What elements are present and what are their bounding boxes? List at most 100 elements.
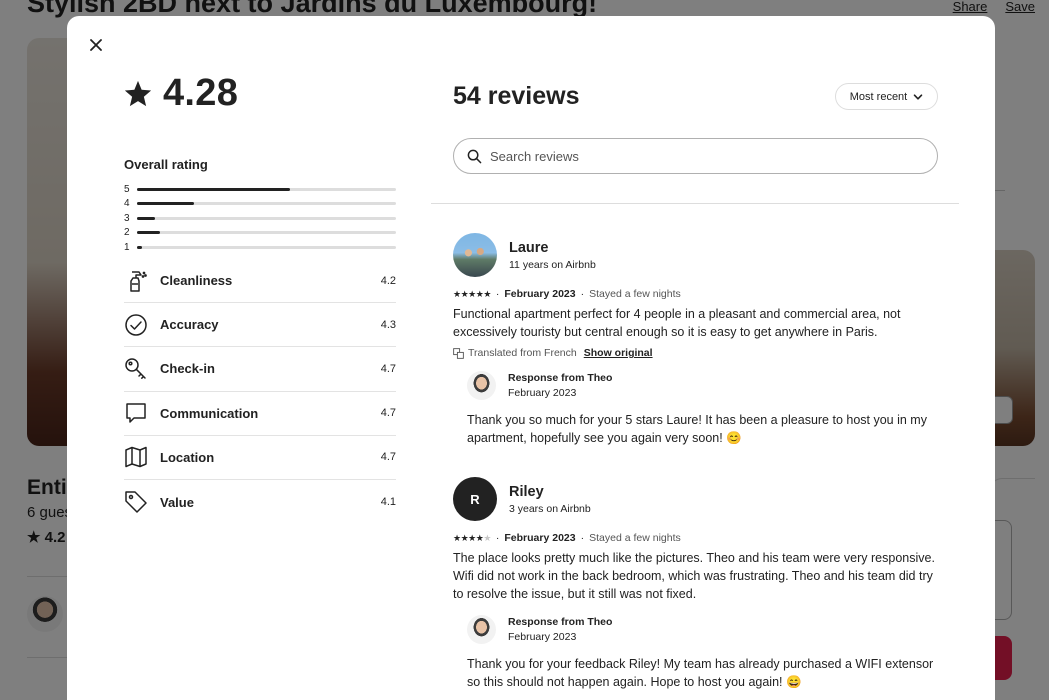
separator-dot: · xyxy=(495,532,500,544)
reviewer-name: Laure xyxy=(509,239,549,256)
close-icon xyxy=(90,39,102,51)
category-communication: Communication 4.7 xyxy=(124,392,396,436)
rating-bar-fill xyxy=(137,245,143,249)
rating-bar-fill xyxy=(137,231,161,235)
separator-dot: · xyxy=(580,532,585,544)
category-label: Communication xyxy=(160,405,259,421)
category-location: Location 4.7 xyxy=(124,436,396,480)
rating-bar-row: 1 xyxy=(124,240,396,255)
review-date: February 2023 xyxy=(504,288,576,300)
rating-bar-track xyxy=(137,202,396,206)
sort-dropdown[interactable]: Most recent xyxy=(835,83,938,110)
review-text: The place looks pretty much like the pic… xyxy=(453,551,935,601)
key-icon xyxy=(124,357,160,381)
host-response-header: Response from Theo February 2023 xyxy=(467,615,943,644)
category-value: 4.7 xyxy=(380,362,396,375)
category-label: Value xyxy=(160,494,194,510)
rating-bar-track xyxy=(137,245,396,249)
category-value: 4.3 xyxy=(380,318,396,331)
host-response-text: Thank you so much for your 5 stars Laure… xyxy=(467,413,927,445)
category-value-row: Value 4.1 xyxy=(124,480,396,524)
review-meta: ★★★★★ · February 2023 · Stayed a few nig… xyxy=(453,288,943,300)
review-item: R Riley 3 years on Airbnb ★★★★★ · Februa… xyxy=(453,477,943,691)
review-item: Laure 11 years on Airbnb ★★★★★ · Februar… xyxy=(453,233,943,447)
review-stars: ★★★★★ xyxy=(453,289,491,300)
reviewer-avatar[interactable]: R xyxy=(453,477,497,521)
reviews-modal: 4.28 Overall rating 5 4 3 2 1 Cleanlines… xyxy=(67,16,995,700)
search-icon xyxy=(467,149,482,163)
category-value: 4.7 xyxy=(380,451,396,464)
translation-label: Translated from French xyxy=(468,347,577,359)
spray-bottle-icon xyxy=(124,269,160,293)
chat-bubble-icon xyxy=(124,401,160,425)
host-avatar[interactable] xyxy=(467,371,496,400)
show-original-link[interactable]: Show original xyxy=(584,347,653,359)
review-text: Functional apartment perfect for 4 peopl… xyxy=(453,307,901,339)
host-response-date: February 2023 xyxy=(508,387,577,399)
rating-bar-label: 2 xyxy=(124,227,130,239)
category-check-in: Check-in 4.7 xyxy=(124,347,396,392)
star-empty-icon: ★ xyxy=(483,532,491,543)
rating-bar-track xyxy=(137,216,396,220)
rating-bar-row: 5 xyxy=(124,182,396,197)
star-filled-icon: ★ xyxy=(468,288,476,299)
rating-bar-label: 1 xyxy=(124,241,130,253)
translate-icon xyxy=(453,347,464,359)
host-response-date: February 2023 xyxy=(508,631,577,643)
check-circle-icon xyxy=(124,313,160,337)
rating-bar-fill xyxy=(137,187,290,191)
rating-bar-label: 4 xyxy=(124,198,130,210)
translation-note: Translated from French Show original xyxy=(453,347,943,359)
category-label: Location xyxy=(160,449,215,465)
review-meta: ★★★★★ · February 2023 · Stayed a few nig… xyxy=(453,532,943,544)
reviewer-avatar[interactable] xyxy=(453,233,497,277)
star-filled-icon: ★ xyxy=(453,532,461,543)
close-button[interactable] xyxy=(85,34,107,56)
category-label: Check-in xyxy=(160,361,215,377)
search-input[interactable] xyxy=(490,148,910,164)
host-response: Response from Theo February 2023 Thank y… xyxy=(467,371,943,447)
star-filled-icon: ★ xyxy=(483,288,491,299)
category-label: Cleanliness xyxy=(160,273,233,289)
review-date: February 2023 xyxy=(504,532,576,544)
rating-bar-row: 4 xyxy=(124,197,396,212)
overall-rating-header: 4.28 xyxy=(123,72,238,115)
overall-rating-label: Overall rating xyxy=(124,157,208,172)
category-value: 4.1 xyxy=(380,496,396,509)
rating-bar-track xyxy=(137,231,396,235)
rating-bar-label: 3 xyxy=(124,212,130,224)
reviewer-name: Riley xyxy=(509,483,544,500)
review-stay-length: Stayed a few nights xyxy=(589,532,681,544)
separator-dot: · xyxy=(580,288,585,300)
rating-bar-label: 5 xyxy=(124,183,130,195)
reviews-count-heading: 54 reviews xyxy=(453,82,580,110)
chevron-down-icon xyxy=(913,93,923,100)
map-icon xyxy=(124,445,160,469)
rating-bar-track xyxy=(137,187,396,191)
search-reviews-box[interactable] xyxy=(453,138,938,174)
category-accuracy: Accuracy 4.3 xyxy=(124,303,396,348)
reviewer-header: Laure 11 years on Airbnb xyxy=(453,233,943,277)
star-filled-icon: ★ xyxy=(468,532,476,543)
host-response-header: Response from Theo February 2023 xyxy=(467,371,943,400)
rating-distribution: 5 4 3 2 1 xyxy=(124,182,396,255)
review-stars: ★★★★★ xyxy=(453,533,491,544)
divider xyxy=(431,203,959,204)
host-avatar[interactable] xyxy=(467,615,496,644)
sort-label: Most recent xyxy=(849,90,908,103)
reviewer-header: R Riley 3 years on Airbnb xyxy=(453,477,943,521)
category-value: 4.2 xyxy=(380,274,396,287)
rating-bar-fill xyxy=(137,216,156,220)
category-cleanliness: Cleanliness 4.2 xyxy=(124,259,396,304)
category-label: Accuracy xyxy=(160,317,219,333)
star-icon xyxy=(124,80,152,106)
overall-rating-value: 4.28 xyxy=(163,72,239,114)
host-response-title: Response from Theo xyxy=(508,372,613,384)
tag-icon xyxy=(124,490,160,514)
rating-bar-row: 2 xyxy=(124,226,396,241)
host-response-text: Thank you for your feedback Riley! My te… xyxy=(467,657,934,689)
star-filled-icon: ★ xyxy=(453,288,461,299)
host-response-title: Response from Theo xyxy=(508,616,613,628)
host-response: Response from Theo February 2023 Thank y… xyxy=(467,615,943,691)
rating-bar-row: 3 xyxy=(124,211,396,226)
